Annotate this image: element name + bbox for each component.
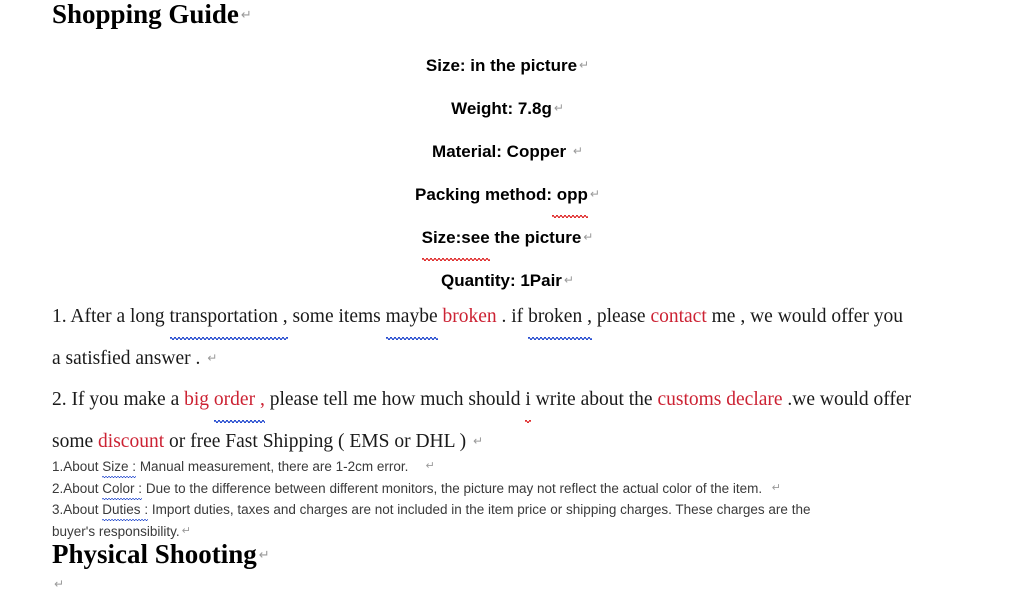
p2-seg-i: i <box>525 389 531 410</box>
heading-physical-shooting-text: Physical Shooting <box>52 539 257 569</box>
p1-seg-please: please <box>591 306 651 327</box>
pilcrow-icon: ↵ <box>583 230 594 244</box>
spec-line-size-see: Size:see the picture ↵ <box>0 216 1015 261</box>
p1-seg-transportation: transportation , <box>169 306 288 327</box>
p2-seg-shipping-tail: or free Fast Shipping ( EMS or DHL ) <box>164 430 472 452</box>
pilcrow-icon: ↵ <box>553 101 564 115</box>
p1-seg-tail: me , we would offer you <box>706 306 903 327</box>
p1-seg-maybe: maybe <box>385 306 438 327</box>
spec-packing-label: Packing method: <box>415 185 552 204</box>
note-duties-cont-body: buyer's responsibility. <box>52 524 180 539</box>
spec-material-text: Material: Copper <box>432 142 571 161</box>
note-color-prefix: 2.About <box>52 481 103 496</box>
grammar-error-size-term: Size : <box>102 456 137 478</box>
p2-seg-big-red: big <box>184 389 214 410</box>
spell-error-i: i <box>525 379 532 422</box>
pilcrow-icon: ↵ <box>771 481 781 494</box>
pilcrow-icon: ↵ <box>563 273 574 287</box>
p1-seg-if: . if <box>496 306 529 327</box>
p1-seg-some-items: some items <box>287 306 386 327</box>
p2-seg-order-red: order , <box>213 389 265 410</box>
pilcrow-icon: ↵ <box>473 433 484 448</box>
heading-shopping-guide-text: Shopping Guide <box>52 0 239 29</box>
grammar-error-maybe: maybe <box>385 296 438 339</box>
pilcrow-icon: ↵ <box>181 524 191 537</box>
note-size-prefix: 1.About <box>52 459 103 474</box>
trailing-empty-paragraph: ↵ <box>52 577 64 595</box>
pilcrow-icon: ↵ <box>425 459 435 472</box>
note-color-body: Due to the difference between different … <box>142 481 770 496</box>
p2-seg-write-about: write about the <box>530 389 658 410</box>
spec-size-text: Size: in the picture <box>425 56 578 75</box>
grammar-error-broken: broken , <box>528 296 592 339</box>
note-color-term: Color : <box>102 481 143 496</box>
heading-shopping-guide: Shopping Guide ↵ <box>52 1 252 28</box>
paragraph-2-line-1: 2. If you make a big order , please tell… <box>52 379 957 422</box>
note-size-body: Manual measurement, there are 1-2cm erro… <box>136 459 424 474</box>
grammar-error-duties-term: Duties : <box>102 499 149 521</box>
note-about-color: 2.About Color : Due to the difference be… <box>52 477 962 500</box>
p2-seg-tail: .we would offer <box>782 389 912 410</box>
note-duties-term: Duties : <box>102 502 149 517</box>
spec-size-see-label: Size:see <box>421 228 490 247</box>
pilcrow-icon: ↵ <box>579 58 590 72</box>
pilcrow-icon: ↵ <box>589 187 600 201</box>
shipping-notes-block: 1.About Size : Manual measurement, there… <box>52 455 962 542</box>
paragraph-1-line-2: a satisfied answer . ↵ <box>52 338 957 380</box>
p2-seg-please-tell: please tell me how much should <box>264 389 526 410</box>
heading-physical-shooting: Physical Shooting ↵ <box>52 541 270 568</box>
spec-line-material: Material: Copper ↵ <box>0 130 1015 173</box>
note-about-size: 1.About Size : Manual measurement, there… <box>52 455 962 478</box>
note-size-term: Size : <box>102 459 137 474</box>
p1-seg-broken-red: broken <box>442 306 497 327</box>
note-duties-body: Import duties, taxes and charges are not… <box>148 502 811 517</box>
p1-seg-broken-2: broken , <box>528 306 592 327</box>
document-page: Shopping Guide ↵ Size: in the picture ↵ We… <box>0 0 1015 592</box>
grammar-error-order: order , <box>213 379 265 422</box>
p2-seg-some: some <box>52 430 99 452</box>
spec-weight-text: Weight: 7.8g <box>451 99 552 118</box>
paragraph-1-line-1: 1. After a long transportation , some it… <box>52 296 957 339</box>
spell-error-opp: opp <box>552 174 588 218</box>
spec-size-see-value: the picture <box>489 228 582 247</box>
spell-error-size-see: Size:see <box>421 217 490 261</box>
spec-quantity-text: Quantity: 1Pair <box>441 271 562 290</box>
p1-seg-satisfied-answer: a satisfied answer . <box>52 347 206 369</box>
spec-line-packing-method: Packing method: opp ↵ <box>0 173 1015 218</box>
product-spec-block: Size: in the picture ↵ Weight: 7.8g ↵ Mate… <box>0 44 1015 302</box>
policy-paragraphs: 1. After a long transportation , some it… <box>52 296 957 462</box>
p2-seg-customs-declare-red: customs declare <box>657 389 783 410</box>
pilcrow-icon: ↵ <box>572 144 583 158</box>
grammar-error-transportation: transportation , <box>169 296 288 339</box>
pilcrow-icon: ↵ <box>240 8 252 23</box>
spec-packing-value: opp <box>552 185 588 204</box>
p1-seg-intro: 1. After a long <box>52 306 170 327</box>
spec-line-size: Size: in the picture ↵ <box>0 44 1015 87</box>
p2-seg-discount-red: discount <box>98 430 165 452</box>
p2-seg-intro: 2. If you make a <box>52 389 185 410</box>
note-about-duties: 3.About Duties : Import duties, taxes an… <box>52 499 962 521</box>
pilcrow-icon: ↵ <box>207 350 218 365</box>
pilcrow-icon: ↵ <box>258 548 270 563</box>
spec-line-weight: Weight: 7.8g ↵ <box>0 87 1015 130</box>
p1-seg-contact-red: contact <box>650 306 707 327</box>
grammar-error-color-term: Color : <box>102 478 143 500</box>
note-duties-prefix: 3.About <box>52 502 103 517</box>
